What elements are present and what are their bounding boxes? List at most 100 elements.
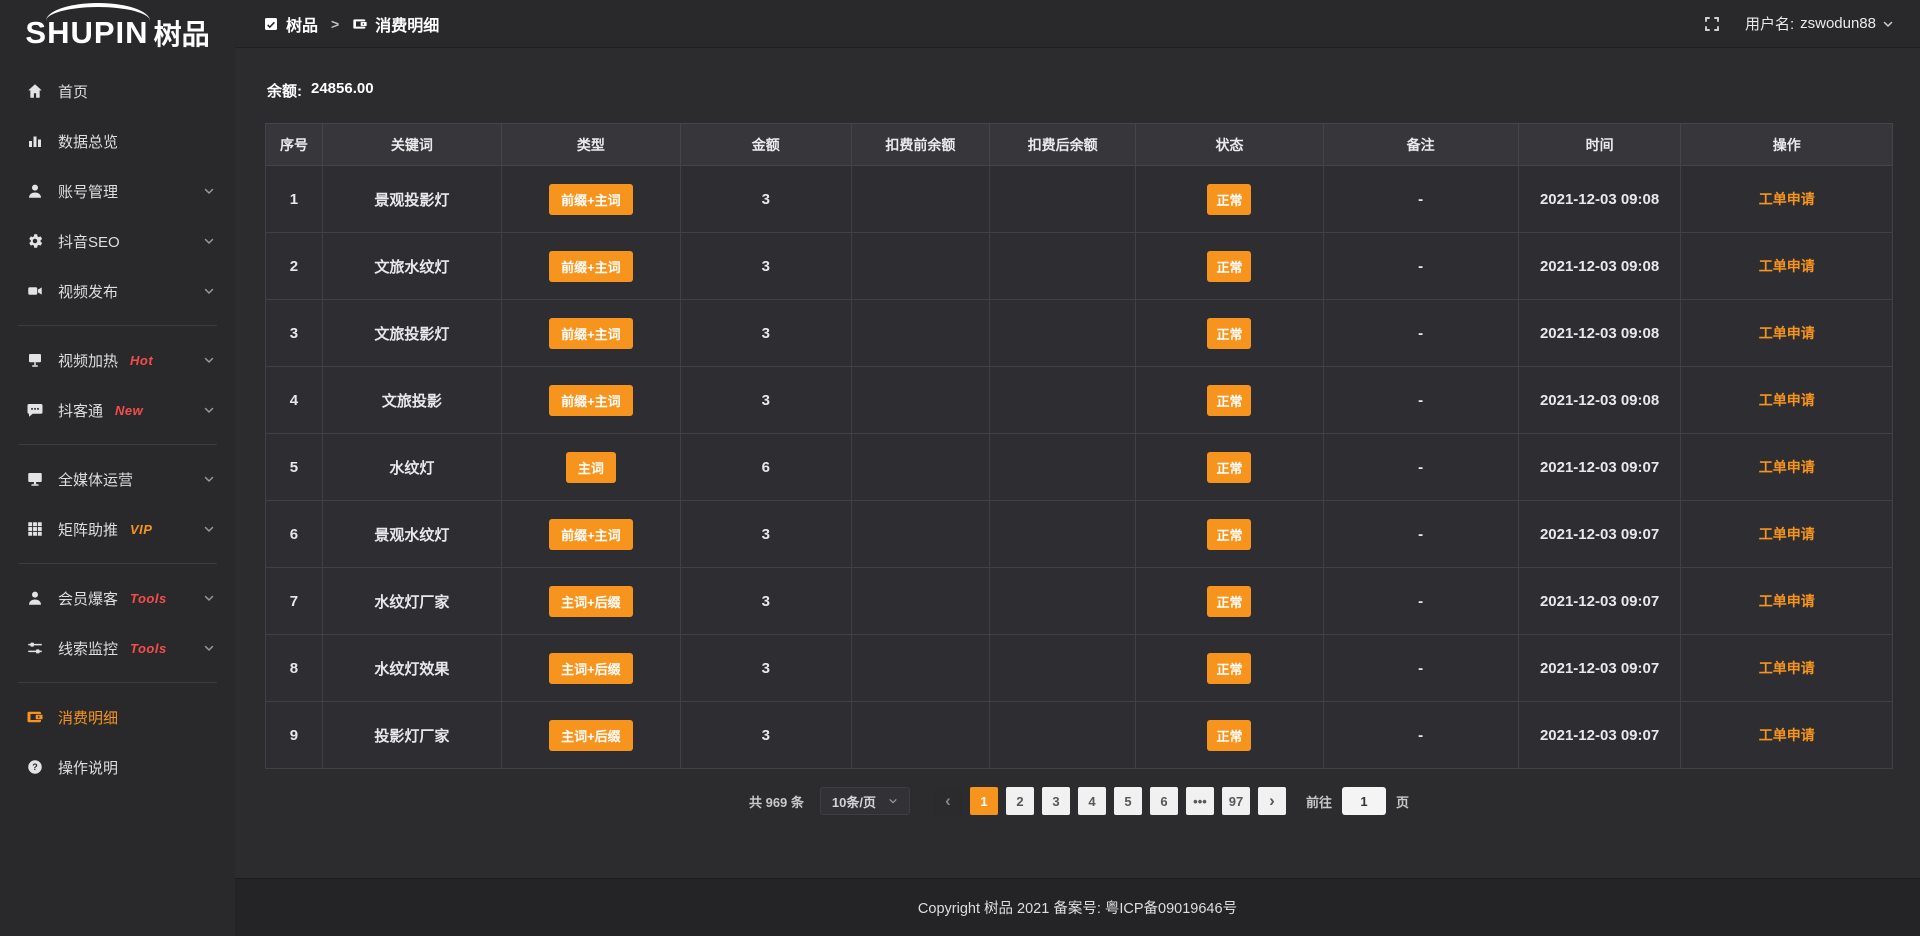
cell-amount: 3 — [680, 702, 851, 769]
sidebar: SHUPIN 树品 首页数据总览账号管理抖音SEO视频发布视频加热Hot抖客通N… — [0, 0, 235, 936]
prev-page-button[interactable]: ‹ — [934, 787, 962, 815]
type-badge: 主词+后缀 — [549, 720, 633, 751]
ticket-request-link[interactable]: 工单申请 — [1759, 392, 1815, 408]
breadcrumb-home-label: 树品 — [286, 12, 318, 36]
ticket-request-link[interactable]: 工单申请 — [1759, 325, 1815, 341]
logo-arc-decoration — [46, 3, 150, 39]
breadcrumb-item-home[interactable]: 树品 — [263, 12, 318, 36]
page-size-value: 10条/页 — [832, 792, 876, 811]
chevron-down-icon — [1882, 18, 1894, 30]
cell-type: 主词 — [501, 434, 680, 501]
fullscreen-icon[interactable] — [1703, 15, 1721, 33]
sidebar-item-publish[interactable]: 视频发布 — [0, 266, 235, 316]
sidebar-item-consume[interactable]: 消费明细 — [0, 692, 235, 742]
cell-remark: - — [1323, 568, 1518, 635]
cell-type: 主词+后缀 — [501, 702, 680, 769]
header: 树品 > 消费明细 用户名: zswodun88 — [235, 0, 1920, 48]
cell-action: 工单申请 — [1681, 367, 1893, 434]
cell-balance-after — [989, 501, 1135, 568]
status-badge: 正常 — [1207, 519, 1251, 550]
cell-keyword: 文旅投影 — [322, 367, 501, 434]
header-right: 用户名: zswodun88 — [1703, 13, 1894, 34]
ticket-request-link[interactable]: 工单申请 — [1759, 258, 1815, 274]
sidebar-item-account[interactable]: 账号管理 — [0, 166, 235, 216]
sidebar-divider — [18, 444, 217, 445]
cell-status: 正常 — [1136, 501, 1323, 568]
cell-time: 2021-12-03 09:08 — [1518, 166, 1681, 233]
chevron-down-icon — [888, 796, 898, 806]
page-size-select[interactable]: 10条/页 — [820, 787, 910, 815]
sidebar-item-douketong[interactable]: 抖客通New — [0, 385, 235, 435]
cell-index: 5 — [266, 434, 323, 501]
sidebar-item-heat[interactable]: 视频加热Hot — [0, 335, 235, 385]
ticket-request-link[interactable]: 工单申请 — [1759, 526, 1815, 542]
sidebar-item-tag: Hot — [130, 353, 153, 368]
cell-status: 正常 — [1136, 702, 1323, 769]
type-badge: 前缀+主词 — [549, 385, 633, 416]
user-menu[interactable]: 用户名: zswodun88 — [1745, 13, 1894, 34]
cell-index: 3 — [266, 300, 323, 367]
cell-balance-before — [851, 434, 989, 501]
page-number-button[interactable]: 2 — [1006, 787, 1034, 815]
svg-text:?: ? — [32, 762, 38, 772]
sidebar-item-help[interactable]: ?操作说明 — [0, 742, 235, 792]
cell-status: 正常 — [1136, 300, 1323, 367]
cell-amount: 3 — [680, 367, 851, 434]
breadcrumb-item-current[interactable]: 消费明细 — [352, 12, 439, 36]
page-ellipsis-button[interactable]: ••• — [1186, 787, 1214, 815]
page-number-button[interactable]: 3 — [1042, 787, 1070, 815]
cell-type: 前缀+主词 — [501, 166, 680, 233]
ticket-request-link[interactable]: 工单申请 — [1759, 727, 1815, 743]
sidebar-item-label: 账号管理 — [58, 181, 118, 202]
sidebar-divider — [18, 563, 217, 564]
page-number-button[interactable]: 6 — [1150, 787, 1178, 815]
cell-amount: 3 — [680, 166, 851, 233]
sidebar-item-seo[interactable]: 抖音SEO — [0, 216, 235, 266]
table-row: 1 景观投影灯 前缀+主词 3 正常 - 2021-12-03 09:08 工单… — [266, 166, 1893, 233]
sidebar-item-data[interactable]: 数据总览 — [0, 116, 235, 166]
cell-remark: - — [1323, 434, 1518, 501]
cell-time: 2021-12-03 09:07 — [1518, 434, 1681, 501]
chart-icon — [26, 132, 44, 150]
cell-balance-before — [851, 233, 989, 300]
cell-remark: - — [1323, 635, 1518, 702]
status-badge: 正常 — [1207, 720, 1251, 751]
chevron-down-icon — [203, 523, 215, 535]
table-row: 2 文旅水纹灯 前缀+主词 3 正常 - 2021-12-03 09:08 工单… — [266, 233, 1893, 300]
cell-time: 2021-12-03 09:08 — [1518, 233, 1681, 300]
next-page-button[interactable]: › — [1258, 787, 1286, 815]
ticket-request-link[interactable]: 工单申请 — [1759, 593, 1815, 609]
goto-page-input[interactable] — [1342, 787, 1386, 815]
sidebar-item-member[interactable]: 会员爆客Tools — [0, 573, 235, 623]
cell-balance-after — [989, 434, 1135, 501]
sidebar-item-home[interactable]: 首页 — [0, 66, 235, 116]
table-row: 8 水纹灯效果 主词+后缀 3 正常 - 2021-12-03 09:07 工单… — [266, 635, 1893, 702]
cell-balance-before — [851, 702, 989, 769]
ticket-request-link[interactable]: 工单申请 — [1759, 459, 1815, 475]
cell-status: 正常 — [1136, 635, 1323, 702]
cell-time: 2021-12-03 09:07 — [1518, 635, 1681, 702]
cell-balance-after — [989, 702, 1135, 769]
page-number-button[interactable]: 97 — [1222, 787, 1250, 815]
column-header: 时间 — [1518, 124, 1681, 166]
brand-logo: SHUPIN 树品 — [0, 0, 235, 66]
sidebar-item-clue[interactable]: 线索监控Tools — [0, 623, 235, 673]
username-value: zswodun88 — [1800, 15, 1876, 32]
ticket-request-link[interactable]: 工单申请 — [1759, 660, 1815, 676]
type-badge: 主词+后缀 — [549, 586, 633, 617]
cell-type: 前缀+主词 — [501, 233, 680, 300]
ticket-request-link[interactable]: 工单申请 — [1759, 191, 1815, 207]
sidebar-item-tag: Tools — [130, 591, 167, 606]
sidebar-item-label: 全媒体运营 — [58, 469, 133, 490]
page-number-button[interactable]: 5 — [1114, 787, 1142, 815]
cell-amount: 3 — [680, 233, 851, 300]
sidebar-item-matrix[interactable]: 矩阵助推VIP — [0, 504, 235, 554]
app-icon — [263, 16, 279, 32]
page-number-list: 123456 ••• 97 — [966, 787, 1254, 815]
page-number-button[interactable]: 4 — [1078, 787, 1106, 815]
copyright-text: Copyright 树品 2021 备案号: 粤ICP备09019646号 — [918, 897, 1237, 918]
sidebar-item-media[interactable]: 全媒体运营 — [0, 454, 235, 504]
cell-status: 正常 — [1136, 367, 1323, 434]
page-number-button[interactable]: 1 — [970, 787, 998, 815]
cell-action: 工单申请 — [1681, 166, 1893, 233]
